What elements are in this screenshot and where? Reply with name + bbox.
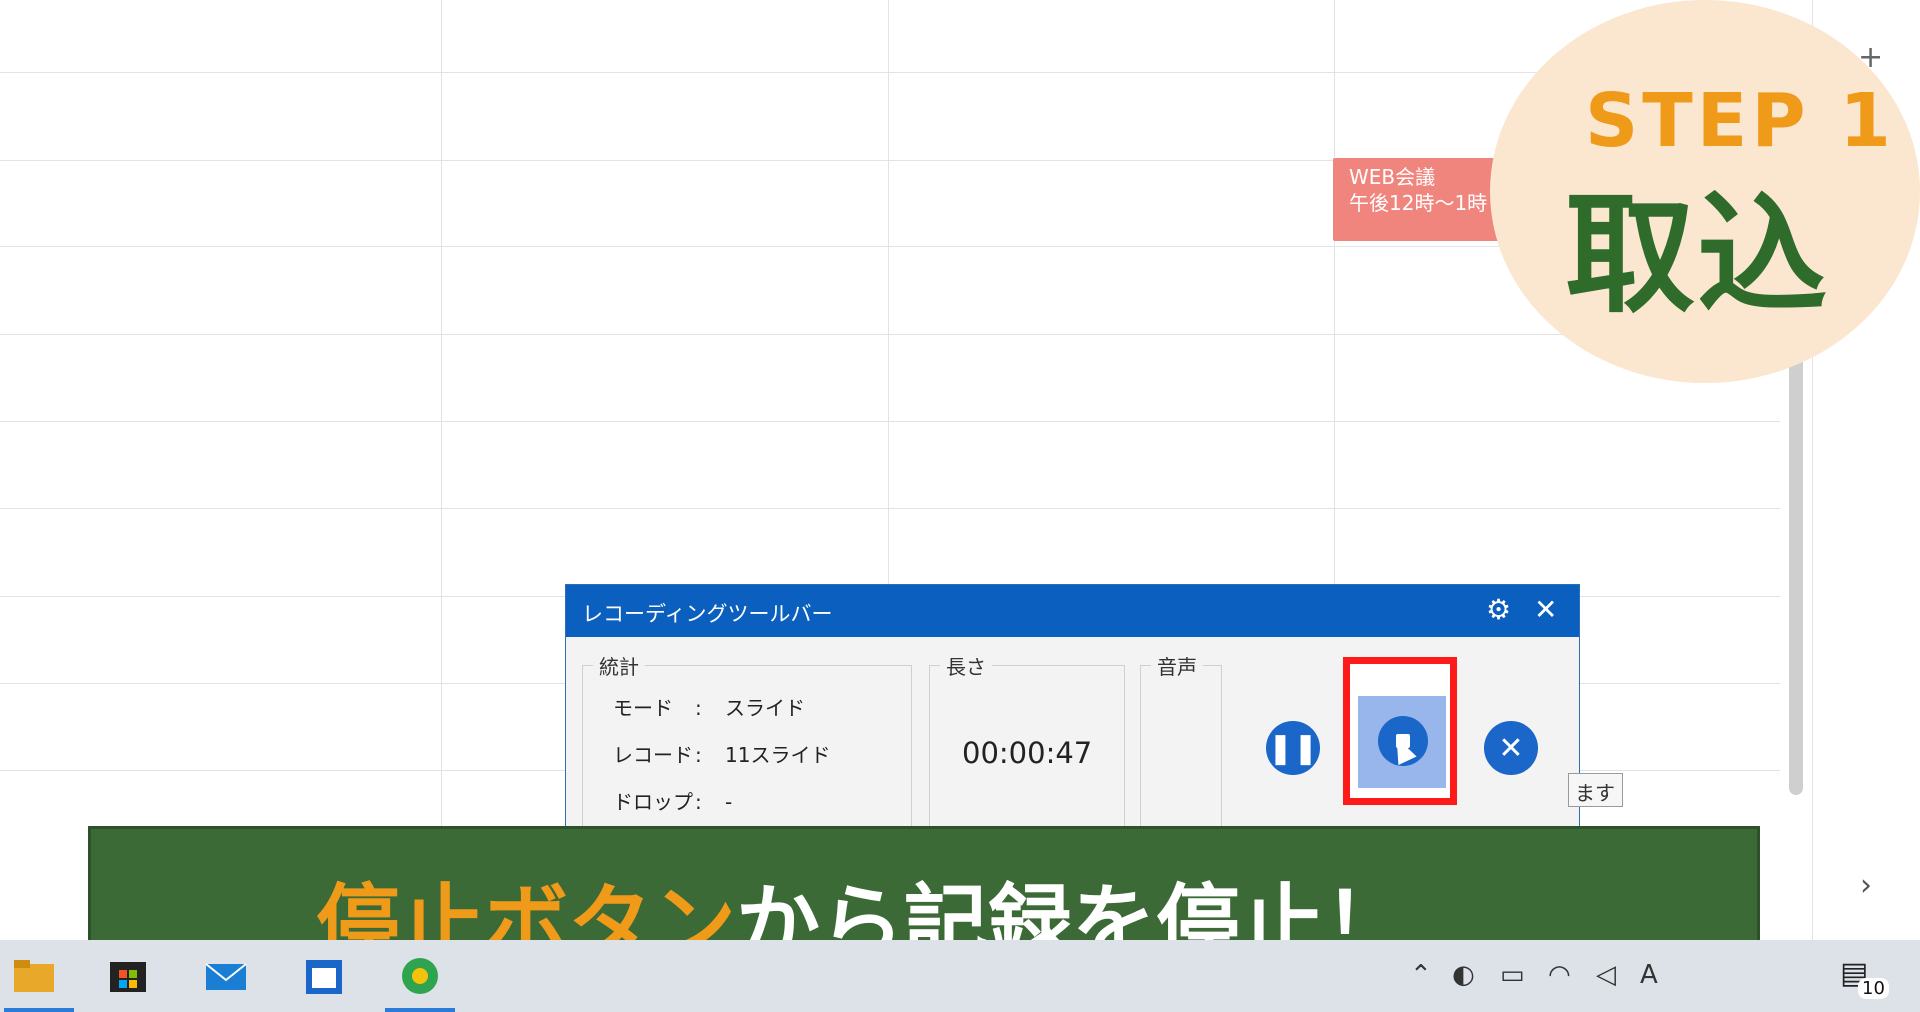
stop-button-hover	[1358, 696, 1446, 788]
grid-line	[441, 0, 442, 940]
stat-sep: :	[695, 696, 702, 720]
file-explorer-icon[interactable]	[12, 954, 56, 998]
event-time: 午後12時〜1時	[1349, 191, 1488, 215]
gear-icon[interactable]: ⚙	[1486, 593, 1511, 626]
stat-sep: :	[695, 743, 702, 767]
stop-highlight-frame	[1343, 657, 1457, 805]
stat-value: スライド	[725, 696, 805, 720]
pause-icon: ❚❚	[1267, 730, 1319, 766]
stat-row-drop: ドロップ: -	[613, 786, 732, 815]
stat-row-mode: モード: スライド	[613, 692, 805, 721]
network-icon[interactable]: ◐	[1452, 960, 1475, 990]
vertical-scrollbar[interactable]	[1789, 340, 1803, 795]
step-label: 取込	[1565, 178, 1830, 331]
event-title: WEB会議	[1349, 165, 1436, 189]
taskbar: ⌃ ◐ ▭ ◠ ◁ A ▤ 10	[0, 940, 1920, 1012]
grid-line	[0, 72, 1780, 73]
stat-key: レコード	[613, 743, 693, 767]
audio-legend: 音声	[1151, 651, 1203, 680]
elapsed-time: 00:00:47	[962, 736, 1093, 770]
stat-sep: :	[695, 790, 702, 814]
toolbar-title: レコーディングツールバー	[582, 602, 833, 626]
ime-icon[interactable]: A	[1640, 960, 1658, 990]
active-indicator	[385, 1008, 455, 1012]
chevron-right-icon[interactable]: ›	[1860, 868, 1872, 903]
calendar-app-icon[interactable]	[302, 954, 346, 998]
length-legend: 長さ	[940, 651, 992, 680]
grid-line	[0, 421, 1780, 422]
stat-row-record: レコード:11スライド	[613, 739, 830, 768]
stat-value: -	[725, 790, 733, 814]
active-indicator	[4, 1008, 74, 1012]
notification-count: 10	[1858, 978, 1889, 999]
battery-icon[interactable]: ▭	[1500, 960, 1525, 990]
volume-icon[interactable]: ◁	[1596, 960, 1616, 990]
stat-key: ドロップ	[613, 790, 693, 814]
cancel-button[interactable]: ✕	[1484, 721, 1538, 775]
stat-value: 11スライド	[725, 743, 831, 767]
wifi-icon[interactable]: ◠	[1548, 960, 1571, 990]
mail-icon[interactable]	[204, 954, 248, 998]
tooltip: ます	[1568, 773, 1623, 807]
stat-key: モード	[613, 696, 673, 720]
store-icon[interactable]	[106, 954, 150, 998]
toolbar-titlebar[interactable]: レコーディングツールバー ⚙ ✕	[566, 585, 1579, 637]
grid-line	[0, 334, 1780, 335]
cancel-icon: ✕	[1498, 730, 1524, 766]
grid-line	[0, 508, 1780, 509]
chrome-icon[interactable]	[398, 954, 442, 998]
stats-legend: 統計	[593, 651, 645, 680]
calendar-event[interactable]: WEB会議 午後12時〜1時	[1333, 158, 1513, 241]
chevron-up-icon[interactable]: ⌃	[1410, 960, 1432, 990]
pause-button[interactable]: ❚❚	[1266, 721, 1320, 775]
close-icon[interactable]: ✕	[1534, 593, 1557, 626]
